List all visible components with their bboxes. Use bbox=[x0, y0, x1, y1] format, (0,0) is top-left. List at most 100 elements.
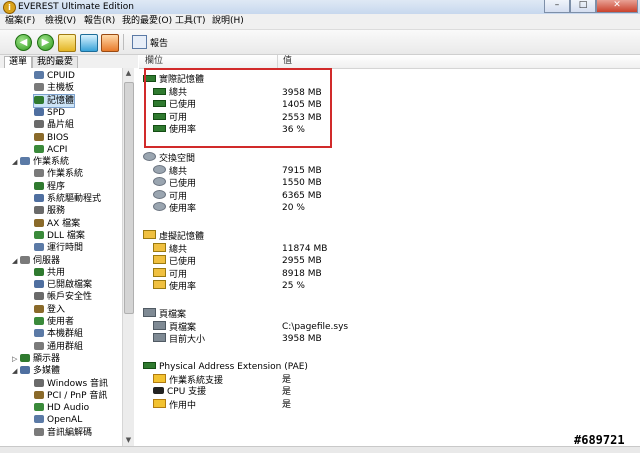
tree-item[interactable]: OpenAL bbox=[34, 414, 82, 426]
tree-item[interactable]: 共用 bbox=[34, 267, 65, 279]
tree-item[interactable]: SPD bbox=[34, 107, 65, 119]
app-icon: i bbox=[3, 1, 16, 14]
tree-item[interactable]: 系統驅動程式 bbox=[34, 193, 101, 205]
tree-item-label: 作業系統 bbox=[33, 157, 70, 168]
detail-field: 作用中 bbox=[169, 400, 197, 411]
tree-item[interactable]: 本機群組 bbox=[34, 328, 83, 340]
detail-row[interactable]: 已使用 bbox=[153, 255, 196, 267]
tree-item[interactable]: Windows 音訊 bbox=[34, 378, 108, 390]
menu-view[interactable]: 檢視(V) bbox=[45, 16, 76, 27]
tree-item[interactable]: 通用群組 bbox=[34, 341, 83, 353]
up-folder-button[interactable] bbox=[58, 34, 76, 52]
tree-item-label: 伺服器 bbox=[33, 255, 61, 266]
minimize-button[interactable]: – bbox=[544, 0, 570, 13]
section-header[interactable]: 交換空間 bbox=[143, 152, 195, 164]
tree-item[interactable]: 使用者 bbox=[34, 316, 74, 328]
acpi-icon bbox=[34, 144, 44, 153]
section-header[interactable]: Physical Address Extension (PAE) bbox=[143, 361, 308, 373]
detail-row[interactable]: 使用率 bbox=[153, 202, 196, 214]
tab-menu[interactable]: 選單 bbox=[4, 56, 33, 68]
tab-favorites[interactable]: 我的最愛 bbox=[32, 56, 79, 68]
spd-icon bbox=[34, 107, 44, 116]
tree-item[interactable]: 帳戶安全性 bbox=[34, 291, 92, 303]
detail-row[interactable]: 已使用 bbox=[153, 177, 196, 189]
expander-icon[interactable]: ◢ bbox=[12, 255, 20, 267]
tree-item[interactable]: 已開啟檔案 bbox=[34, 279, 92, 291]
menu-tools[interactable]: 工具(T) bbox=[175, 16, 206, 27]
tree-item[interactable]: ◢ 作業系統 bbox=[12, 156, 69, 168]
column-field[interactable]: 欄位 bbox=[145, 56, 163, 67]
tree-item[interactable]: AX 檔案 bbox=[34, 218, 80, 230]
forward-button[interactable]: ▶ bbox=[37, 34, 54, 51]
tree-item[interactable]: HD Audio bbox=[34, 402, 89, 414]
menu-help[interactable]: 說明(H) bbox=[212, 16, 244, 27]
column-value[interactable]: 值 bbox=[283, 56, 292, 67]
tree-item[interactable]: 記憶體 bbox=[32, 93, 76, 108]
detail-row[interactable]: 總共 bbox=[153, 164, 187, 177]
tree-item[interactable]: ◢ 伺服器 bbox=[12, 255, 60, 267]
tree-item[interactable]: 主機板 bbox=[34, 82, 74, 94]
expander-icon[interactable]: ◢ bbox=[12, 365, 20, 377]
expander-icon[interactable]: ◢ bbox=[12, 156, 20, 168]
tree-item-label: CPUID bbox=[47, 71, 75, 81]
tree-item[interactable]: ▷ 顯示器 bbox=[12, 353, 60, 365]
detail-row[interactable]: CPU 支援 bbox=[153, 386, 206, 398]
share-icon bbox=[34, 267, 44, 276]
detail-row[interactable]: 可用 bbox=[153, 267, 188, 280]
column-header: 欄位 值 bbox=[139, 55, 640, 69]
tree-item-label: 晶片組 bbox=[47, 120, 75, 131]
detail-row[interactable]: 作業系統支援 bbox=[153, 373, 223, 386]
tree-item[interactable]: 晶片組 bbox=[34, 119, 74, 131]
menu-favorites[interactable]: 我的最愛(O) bbox=[122, 16, 172, 27]
tree-item-label: ACPI bbox=[47, 144, 68, 155]
detail-field: 可用 bbox=[169, 269, 188, 280]
detail-row[interactable]: 頁檔案 bbox=[153, 320, 196, 333]
windows-icon bbox=[34, 169, 44, 178]
column-divider[interactable] bbox=[277, 55, 278, 68]
tree-item[interactable]: DLL 檔案 bbox=[34, 230, 85, 242]
tree-item[interactable]: CPUID bbox=[34, 70, 75, 82]
detail-row[interactable]: 使用率 bbox=[153, 280, 196, 292]
tree-scrollbar[interactable]: ▲ ▼ bbox=[122, 68, 134, 446]
tree-item[interactable]: PCI / PnP 音訊 bbox=[34, 390, 107, 402]
detail-value: 25 % bbox=[282, 281, 305, 292]
detail-row[interactable]: 可用 bbox=[153, 189, 187, 202]
group-icon bbox=[34, 341, 44, 350]
dll-icon bbox=[34, 230, 44, 239]
tree-item[interactable]: 登入 bbox=[34, 304, 65, 316]
scroll-thumb[interactable] bbox=[124, 82, 134, 314]
report-button[interactable]: 報告 bbox=[132, 34, 168, 50]
section-title: 頁檔案 bbox=[159, 310, 187, 320]
window-title: EVEREST Ultimate Edition bbox=[18, 2, 135, 12]
scroll-down-icon[interactable]: ▼ bbox=[123, 435, 134, 446]
virtual-memory-icon bbox=[153, 255, 166, 265]
menu-file[interactable]: 檔案(F) bbox=[5, 16, 35, 27]
tree-item[interactable]: 服務 bbox=[34, 205, 65, 217]
tree-item[interactable]: 音訊編解碼 bbox=[34, 427, 92, 439]
users-button[interactable] bbox=[101, 34, 119, 52]
tree-item[interactable]: BIOS bbox=[34, 132, 69, 144]
maximize-button[interactable]: □ bbox=[570, 0, 596, 13]
refresh-button[interactable] bbox=[80, 34, 98, 52]
expander-icon[interactable]: ▷ bbox=[12, 353, 20, 365]
detail-row[interactable]: 作用中 bbox=[153, 398, 197, 411]
tree-item[interactable]: 運行時間 bbox=[34, 242, 83, 254]
close-button[interactable]: ✕ bbox=[596, 0, 638, 13]
scroll-up-icon[interactable]: ▲ bbox=[123, 68, 134, 79]
tree-item-label: SPD bbox=[47, 107, 66, 118]
section-header[interactable]: 頁檔案 bbox=[143, 308, 186, 320]
back-button[interactable]: ◀ bbox=[15, 34, 32, 51]
tree-item-label: Windows 音訊 bbox=[47, 378, 109, 389]
highlight-box bbox=[144, 68, 332, 148]
tree-item[interactable]: ACPI bbox=[34, 144, 67, 156]
menu-report[interactable]: 報告(R) bbox=[84, 16, 115, 27]
section-header[interactable]: 虛擬記憶體 bbox=[143, 230, 204, 242]
tree-item[interactable]: 作業系統 bbox=[34, 168, 83, 180]
detail-row[interactable]: 目前大小 bbox=[153, 333, 205, 345]
tree-item[interactable]: 程序 bbox=[34, 181, 65, 193]
section-title: 虛擬記憶體 bbox=[159, 232, 205, 242]
detail-field: 已使用 bbox=[169, 179, 197, 190]
detail-row[interactable]: 總共 bbox=[153, 242, 187, 255]
detail-field: 目前大小 bbox=[169, 335, 206, 346]
tree-item[interactable]: ◢ 多媒體 bbox=[12, 365, 60, 377]
